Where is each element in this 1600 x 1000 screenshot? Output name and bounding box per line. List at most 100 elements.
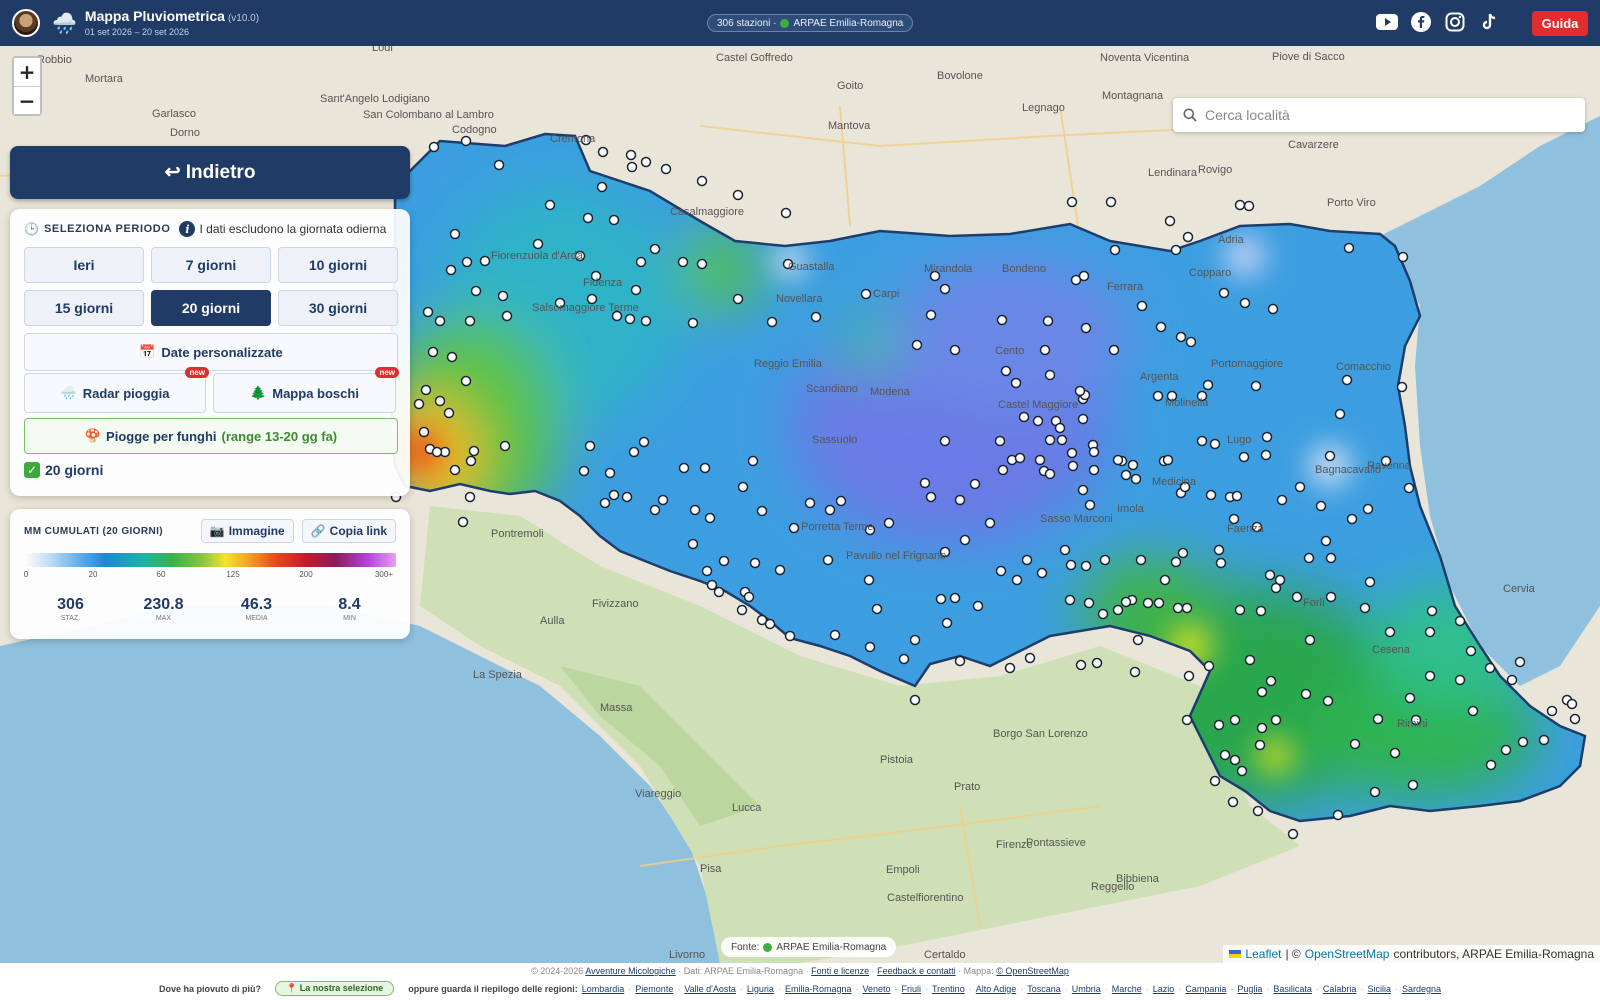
station-marker[interactable]: [959, 534, 971, 546]
station-marker[interactable]: [1039, 344, 1051, 356]
station-marker[interactable]: [434, 315, 446, 327]
region-link[interactable]: Marche: [1112, 984, 1142, 994]
youtube-icon[interactable]: [1376, 11, 1398, 33]
station-marker[interactable]: [1183, 670, 1195, 682]
station-marker[interactable]: [925, 491, 937, 503]
region-link[interactable]: Toscana: [1027, 984, 1061, 994]
fungi-rain-button[interactable]: 🍄 Piogge per funghi (range 13-20 gg fa): [24, 418, 398, 454]
station-marker[interactable]: [1384, 626, 1396, 638]
station-marker[interactable]: [822, 554, 834, 566]
station-marker[interactable]: [1294, 481, 1306, 493]
station-marker[interactable]: [1213, 544, 1225, 556]
station-marker[interactable]: [1091, 657, 1103, 669]
station-marker[interactable]: [630, 284, 642, 296]
station-marker[interactable]: [1088, 464, 1100, 476]
station-marker[interactable]: [604, 467, 616, 479]
station-marker[interactable]: [1291, 591, 1303, 603]
station-marker[interactable]: [911, 339, 923, 351]
station-marker[interactable]: [1059, 544, 1071, 556]
station-marker[interactable]: [732, 189, 744, 201]
station-marker[interactable]: [1170, 244, 1182, 256]
period-option-ieri[interactable]: Ieri: [24, 247, 144, 283]
station-marker[interactable]: [954, 494, 966, 506]
region-link[interactable]: Piemonte: [635, 984, 673, 994]
station-marker[interactable]: [464, 491, 476, 503]
station-marker[interactable]: [972, 600, 984, 612]
station-marker[interactable]: [689, 504, 701, 516]
station-marker[interactable]: [706, 579, 718, 591]
station-marker[interactable]: [919, 477, 931, 489]
station-marker[interactable]: [1000, 365, 1012, 377]
station-marker[interactable]: [1209, 775, 1221, 787]
station-marker[interactable]: [1234, 199, 1246, 211]
image-button[interactable]: 📷 Immagine: [200, 519, 294, 543]
station-marker[interactable]: [1056, 434, 1068, 446]
station-marker[interactable]: [1454, 615, 1466, 627]
info-icon[interactable]: i: [179, 221, 196, 237]
osm-footer-link[interactable]: © OpenStreetMap: [996, 966, 1069, 976]
station-marker[interactable]: [428, 141, 440, 153]
station-marker[interactable]: [420, 384, 432, 396]
station-marker[interactable]: [1213, 719, 1225, 731]
station-marker[interactable]: [909, 694, 921, 706]
station-marker[interactable]: [1202, 379, 1214, 391]
station-marker[interactable]: [1142, 597, 1154, 609]
station-marker[interactable]: [1238, 451, 1250, 463]
station-marker[interactable]: [596, 181, 608, 193]
station-marker[interactable]: [1080, 322, 1092, 334]
region-link[interactable]: Sicilia: [1367, 984, 1391, 994]
station-marker[interactable]: [1362, 503, 1374, 515]
station-marker[interactable]: [1538, 734, 1550, 746]
station-marker[interactable]: [939, 283, 951, 295]
instagram-icon[interactable]: [1444, 11, 1466, 33]
station-marker[interactable]: [1014, 452, 1026, 464]
station-marker[interactable]: [1231, 490, 1243, 502]
region-link[interactable]: Umbria: [1072, 984, 1101, 994]
station-marker[interactable]: [649, 243, 661, 255]
station-marker[interactable]: [1229, 754, 1241, 766]
station-marker[interactable]: [1164, 215, 1176, 227]
station-marker[interactable]: [501, 310, 513, 322]
station-marker[interactable]: [1261, 431, 1273, 443]
custom-dates-button[interactable]: 📅 Date personalizzate: [24, 333, 398, 371]
station-marker[interactable]: [449, 228, 461, 240]
station-marker[interactable]: [434, 395, 446, 407]
station-marker[interactable]: [1109, 244, 1121, 256]
station-marker[interactable]: [1032, 415, 1044, 427]
station-marker[interactable]: [1112, 604, 1124, 616]
station-marker[interactable]: [1083, 597, 1095, 609]
station-marker[interactable]: [640, 315, 652, 327]
leaflet-link[interactable]: Leaflet: [1245, 947, 1281, 961]
station-marker[interactable]: [1129, 666, 1141, 678]
station-marker[interactable]: [1426, 605, 1438, 617]
station-marker[interactable]: [1185, 336, 1197, 348]
boschi-button[interactable]: 🌲 Mappa boschi new: [213, 367, 399, 413]
station-marker[interactable]: [1467, 705, 1479, 717]
station-marker[interactable]: [640, 156, 652, 168]
station-marker[interactable]: [788, 522, 800, 534]
station-marker[interactable]: [1369, 786, 1381, 798]
station-marker[interactable]: [1566, 698, 1578, 710]
station-marker[interactable]: [635, 256, 647, 268]
station-marker[interactable]: [863, 574, 875, 586]
station-marker[interactable]: [1276, 494, 1288, 506]
station-marker[interactable]: [626, 161, 638, 173]
station-marker[interactable]: [1287, 828, 1299, 840]
station-marker[interactable]: [597, 146, 609, 158]
station-marker[interactable]: [1127, 459, 1139, 471]
station-marker[interactable]: [696, 258, 708, 270]
station-marker[interactable]: [1044, 369, 1056, 381]
station-marker[interactable]: [1203, 660, 1215, 672]
station-marker[interactable]: [1484, 662, 1496, 674]
station-marker[interactable]: [1218, 287, 1230, 299]
station-marker[interactable]: [1034, 454, 1046, 466]
station-marker[interactable]: [578, 465, 590, 477]
station-marker[interactable]: [939, 435, 951, 447]
station-marker[interactable]: [1044, 468, 1056, 480]
fonti-link[interactable]: Fonti e licenze: [811, 966, 869, 976]
station-marker[interactable]: [1234, 604, 1246, 616]
station-marker[interactable]: [443, 407, 455, 419]
station-marker[interactable]: [638, 436, 650, 448]
station-marker[interactable]: [624, 313, 636, 325]
station-marker[interactable]: [756, 505, 768, 517]
